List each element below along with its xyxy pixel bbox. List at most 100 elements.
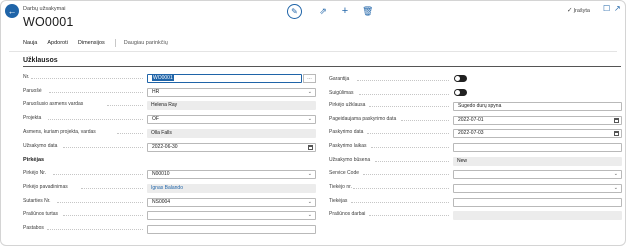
no-input[interactable]: WO0001 — [147, 74, 302, 83]
dotted-leader — [81, 188, 143, 189]
dotted-leader — [31, 78, 143, 79]
desired-date-value: 2022-07-01 — [458, 117, 484, 123]
project-person-field: Olla Falls — [147, 129, 316, 138]
contract-no-select[interactable]: NS0004 ⌄ — [147, 198, 316, 207]
share-icon: ⇗ — [319, 5, 327, 16]
action-bar: Nauja Apdoroti Dimensijos Daugiau parink… — [23, 39, 178, 47]
contract-no-label: Sutarties Nr. — [23, 198, 51, 204]
dotted-leader — [107, 105, 143, 106]
dotted-leader — [401, 120, 449, 121]
supplier-no-select[interactable]: ⌄ — [453, 184, 622, 193]
breadcrumb[interactable]: Darbų užsakymai — [23, 6, 66, 12]
chevron-down-icon: ⌄ — [307, 199, 312, 205]
purchase-request-input[interactable]: Sugedo durų spyna — [453, 102, 622, 111]
buyer-name-link[interactable]: Ignas Balando — [151, 185, 183, 191]
warranty-toggle[interactable] — [454, 75, 467, 82]
requester-name-field: Helena Ray — [147, 101, 316, 110]
action-dimensions[interactable]: Dimensijos — [78, 40, 105, 47]
buyer-no-select[interactable]: N00010 ⌄ — [147, 170, 316, 179]
ellipsis-icon: … — [307, 75, 312, 81]
toggle-knob — [455, 90, 460, 95]
dotted-leader — [353, 188, 449, 189]
calendar-icon[interactable] — [614, 131, 619, 136]
assign-time-label: Paskyrimo laikas — [329, 143, 367, 149]
req-type-select[interactable]: ⌄ — [147, 211, 316, 220]
dotted-leader — [48, 119, 143, 120]
dotted-leader — [117, 133, 143, 134]
buyer-group-label: Pirkėjas — [23, 157, 45, 163]
agreed-toggle[interactable] — [454, 89, 467, 96]
supplier-no-label: Tiekėjo nr. — [329, 184, 352, 190]
desired-date-input[interactable]: 2022-07-01 — [453, 116, 622, 125]
hours-field — [453, 211, 622, 220]
project-label: Projekta — [23, 115, 42, 121]
requester-label: Paruošė — [23, 88, 42, 94]
saved-status-label: Įrašyta — [573, 8, 590, 14]
supplier-input[interactable] — [453, 198, 622, 207]
requester-name-label: Paruošusio asmens vardas — [23, 101, 84, 107]
dotted-leader — [363, 174, 449, 175]
action-more-options[interactable]: Daugiau parinkčių — [124, 40, 168, 47]
purchase-request-label: Pirkėjo užklausa — [329, 102, 366, 108]
trash-icon: 🗑 — [362, 5, 374, 16]
requester-value: HR — [152, 89, 160, 95]
divider — [9, 51, 617, 52]
no-label: Nr. — [23, 74, 30, 80]
chevron-down-icon: ⌄ — [307, 89, 312, 95]
hours-label: Prašūnos darbai — [329, 211, 366, 217]
dotted-leader — [369, 106, 449, 107]
project-select[interactable]: OF ⌄ — [147, 115, 316, 124]
assign-date-label: Paskyrimo data — [329, 129, 364, 135]
dotted-leader — [53, 174, 143, 175]
bookmark-icon[interactable]: ☐ — [603, 4, 610, 13]
chevron-down-icon: ⌄ — [307, 212, 312, 218]
order-date-input[interactable]: 2022-06-30 — [147, 143, 316, 152]
action-process[interactable]: Apdoroti — [47, 40, 68, 47]
delete-button[interactable]: 🗑 — [362, 5, 374, 17]
arrow-left-icon: ← — [7, 6, 17, 16]
buyer-no-label: Pirkėjo Nr. — [23, 170, 47, 176]
share-button[interactable]: ⇗ — [318, 6, 328, 17]
edit-button[interactable]: ✎ — [287, 3, 302, 19]
service-code-label: Service Code — [329, 170, 360, 176]
dotted-leader — [49, 92, 143, 93]
app-window: ← Darbų užsakymai WO0001 ✎ ⇗ + 🗑 ✓Įrašyt… — [0, 0, 626, 246]
notes-input[interactable] — [147, 225, 316, 234]
dotted-leader — [351, 202, 449, 203]
chevron-down-icon: ⌄ — [307, 171, 312, 177]
service-code-select[interactable]: ⌄ — [453, 170, 622, 179]
status-field: New — [453, 157, 622, 166]
requester-select[interactable]: HR ⌄ — [147, 88, 316, 97]
add-button[interactable]: + — [340, 5, 350, 17]
req-type-label: Prašūnos turtas — [23, 211, 59, 217]
dotted-leader — [375, 161, 449, 162]
action-new[interactable]: Nauja — [23, 40, 37, 47]
calendar-icon[interactable] — [614, 118, 619, 123]
agreed-label: Suigūlimas — [329, 90, 354, 96]
no-lookup-button[interactable]: … — [303, 74, 316, 83]
section-title[interactable]: Užklausos — [23, 57, 58, 64]
popout-icon[interactable]: ↗ — [614, 4, 621, 13]
action-separator — [114, 39, 116, 47]
status-label: Užsakymo būsena — [329, 157, 371, 163]
project-person-label: Asmens, kuriam projekta, vardas — [23, 129, 96, 135]
project-value: OF — [152, 116, 159, 122]
buyer-no-value: N00010 — [152, 171, 170, 177]
dotted-leader — [369, 215, 449, 216]
calendar-icon[interactable] — [308, 145, 313, 150]
desired-date-label: Pageidaujama paskyrimo data — [329, 116, 397, 122]
order-date-value: 2022-06-30 — [152, 144, 178, 150]
record-toolbar: ✎ ⇗ + 🗑 — [287, 3, 374, 19]
assign-time-input[interactable] — [453, 143, 622, 152]
notes-label: Pastabos — [23, 225, 44, 231]
assign-date-input[interactable]: 2022-07-03 — [453, 129, 622, 138]
dotted-leader — [57, 202, 143, 203]
dotted-leader — [357, 80, 449, 81]
chevron-down-icon: ⌄ — [613, 171, 618, 177]
dotted-leader — [63, 147, 143, 148]
dotted-leader — [371, 147, 449, 148]
dotted-leader — [63, 215, 143, 216]
back-button[interactable]: ← — [5, 4, 19, 18]
chevron-down-icon: ⌄ — [613, 185, 618, 191]
page-title: WO0001 — [23, 15, 74, 29]
